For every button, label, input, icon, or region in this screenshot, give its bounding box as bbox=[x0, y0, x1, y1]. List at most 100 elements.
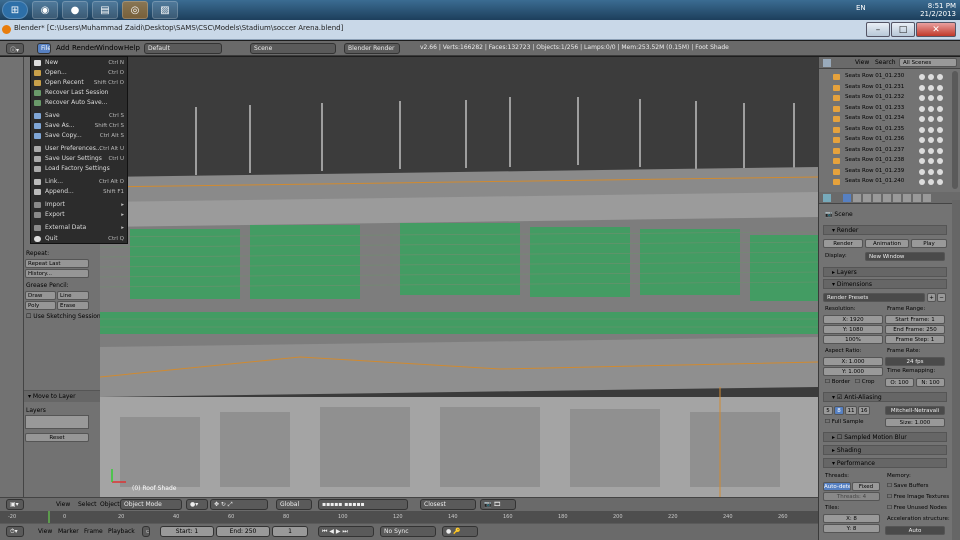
menu-external-data[interactable]: External Data ▸ bbox=[31, 223, 127, 233]
camera-icon[interactable] bbox=[937, 116, 943, 122]
motion-blur-panel-header[interactable]: ▸ ☐ Sampled Motion Blur bbox=[823, 432, 947, 442]
draw-button[interactable]: Draw bbox=[25, 291, 56, 300]
timeline-ruler[interactable]: -20 0 20 40 60 80 100 120 140 160 180 200 220 240 260 bbox=[0, 511, 818, 523]
remap-old-field[interactable]: O: 100 bbox=[885, 378, 914, 387]
world-tab-icon[interactable] bbox=[863, 194, 871, 202]
timeline-marker-menu[interactable]: Marker bbox=[58, 528, 79, 535]
viewport-view-menu[interactable]: View bbox=[56, 501, 70, 508]
menu-save[interactable]: Save Ctrl S bbox=[31, 111, 127, 121]
display-select[interactable]: New Window bbox=[865, 252, 945, 261]
camera-icon[interactable] bbox=[937, 105, 943, 112]
remove-preset-button[interactable]: − bbox=[937, 293, 946, 302]
chrome-icon[interactable]: ◉ bbox=[32, 1, 58, 19]
aa-filter-select[interactable]: Mitchell-Netravali bbox=[885, 406, 945, 415]
tile-y-field[interactable]: Y: 8 bbox=[823, 524, 880, 533]
current-frame-field[interactable]: 1 bbox=[272, 526, 308, 537]
timeline-playback-menu[interactable]: Playback bbox=[108, 528, 135, 535]
render-button[interactable]: Render bbox=[823, 239, 863, 248]
aspect-x-field[interactable]: X: 1.000 bbox=[823, 357, 883, 366]
eye-icon[interactable] bbox=[919, 168, 925, 175]
outliner-row[interactable]: Seats Row 01_01.237 bbox=[819, 146, 947, 155]
line-button[interactable]: Line bbox=[57, 291, 89, 300]
menu-help[interactable]: Help bbox=[124, 44, 140, 52]
timeline-view-menu[interactable]: View bbox=[38, 528, 52, 535]
firefox-icon[interactable]: ● bbox=[62, 1, 88, 19]
menu-export[interactable]: Export ▸ bbox=[31, 210, 127, 220]
menu-open-recent[interactable]: Open Recent Shift Ctrl O bbox=[31, 78, 127, 88]
menu-quit[interactable]: Quit Ctrl Q bbox=[31, 234, 127, 244]
free-image-checkbox[interactable]: ☐ Free Image Textures bbox=[887, 494, 949, 500]
start-frame-field[interactable]: Start: 1 bbox=[160, 526, 214, 537]
snap-target-select[interactable]: Closest bbox=[420, 499, 476, 510]
texture-tab-icon[interactable] bbox=[923, 194, 931, 202]
eye-icon[interactable] bbox=[919, 105, 925, 112]
free-unused-checkbox[interactable]: ☐ Free Unused Nodes bbox=[887, 505, 947, 511]
manipulator-icons[interactable]: ✥ ↻ ⤢ bbox=[210, 499, 268, 510]
cursor-icon[interactable] bbox=[928, 147, 934, 154]
shading-mode-icon[interactable]: ●▾ bbox=[186, 499, 208, 510]
menu-add[interactable]: Add bbox=[56, 44, 70, 52]
app-icon[interactable]: ▨ bbox=[152, 1, 178, 19]
render-tab-icon[interactable] bbox=[843, 194, 851, 202]
repeat-last-button[interactable]: Repeat Last bbox=[25, 259, 89, 268]
blender-icon[interactable]: ◎ bbox=[122, 1, 148, 19]
outliner-row[interactable]: Seats Row 01_01.231 bbox=[819, 83, 947, 92]
eye-icon[interactable] bbox=[919, 179, 925, 185]
menu-recover-last[interactable]: Recover Last Session bbox=[31, 88, 127, 98]
data-tab-icon[interactable] bbox=[903, 194, 911, 202]
menu-new[interactable]: New Ctrl N bbox=[31, 58, 127, 68]
menu-link[interactable]: Link... Ctrl Alt O bbox=[31, 177, 127, 187]
timeline[interactable]: -20 0 20 40 60 80 100 120 140 160 180 200 220 240 260 … bbox=[0, 511, 818, 540]
render-panel-header[interactable]: ▾ Render bbox=[823, 225, 947, 235]
constraints-tab-icon[interactable] bbox=[883, 194, 891, 202]
outliner-editor-icon[interactable] bbox=[823, 59, 831, 67]
cursor-icon[interactable] bbox=[928, 179, 934, 185]
cursor-icon[interactable] bbox=[928, 168, 934, 175]
camera-icon[interactable] bbox=[937, 126, 943, 133]
camera-icon[interactable] bbox=[937, 84, 943, 91]
aa-level-11[interactable]: 11 bbox=[845, 406, 857, 415]
menu-append[interactable]: Append... Shift F1 bbox=[31, 187, 127, 197]
end-frame-field[interactable]: End Frame: 250 bbox=[885, 325, 945, 334]
menu-file[interactable]: File bbox=[37, 43, 51, 54]
timeline-editor-icon[interactable]: ⏱▾ bbox=[6, 526, 24, 537]
menu-save-as[interactable]: Save As... Shift Ctrl S bbox=[31, 121, 127, 131]
shading-panel-header[interactable]: ▸ Shading bbox=[823, 445, 947, 455]
viewport-editor-icon[interactable]: ▣▾ bbox=[6, 499, 24, 510]
animation-button[interactable]: Animation bbox=[865, 239, 909, 248]
menu-load-factory[interactable]: Load Factory Settings bbox=[31, 164, 127, 174]
cursor-icon[interactable] bbox=[928, 105, 934, 112]
cursor-icon[interactable] bbox=[928, 158, 934, 164]
eye-icon[interactable] bbox=[919, 126, 925, 133]
outliner-view-menu[interactable]: View bbox=[855, 59, 869, 66]
crop-checkbox[interactable]: ☐ Crop bbox=[855, 379, 875, 385]
object-tab-icon[interactable] bbox=[873, 194, 881, 202]
sync-mode-select[interactable]: No Sync bbox=[380, 526, 436, 537]
save-buffers-checkbox[interactable]: ☐ Save Buffers bbox=[887, 483, 929, 489]
aa-size-field[interactable]: Size: 1.000 bbox=[885, 418, 945, 427]
camera-icon[interactable] bbox=[937, 179, 943, 185]
add-preset-button[interactable]: + bbox=[927, 293, 936, 302]
menu-save-copy[interactable]: Save Copy... Ctrl Alt S bbox=[31, 131, 127, 141]
aa-level-8[interactable]: 8 bbox=[834, 406, 844, 415]
camera-icon[interactable] bbox=[937, 158, 943, 164]
acceleration-select[interactable]: Auto bbox=[885, 526, 945, 535]
object-mode-select[interactable]: Object Mode bbox=[120, 499, 182, 510]
threads-count-field[interactable]: Threads: 4 bbox=[823, 492, 880, 501]
remap-new-field[interactable]: N: 100 bbox=[916, 378, 945, 387]
outliner-row[interactable]: Seats Row 01_01.236 bbox=[819, 135, 947, 144]
cursor-icon[interactable] bbox=[928, 84, 934, 91]
camera-icon[interactable] bbox=[937, 147, 943, 154]
eye-icon[interactable] bbox=[919, 158, 925, 164]
tile-x-field[interactable]: X: 8 bbox=[823, 514, 880, 523]
move-layer-header[interactable]: ▾ Move to Layer bbox=[24, 390, 100, 402]
aspect-y-field[interactable]: Y: 1.000 bbox=[823, 367, 883, 376]
explorer-icon[interactable]: ▤ bbox=[92, 1, 118, 19]
outliner-search-menu[interactable]: Search bbox=[875, 59, 896, 66]
performance-panel-header[interactable]: ▾ Performance bbox=[823, 458, 947, 468]
viewport-object-menu[interactable]: Object bbox=[100, 501, 120, 508]
resolution-x-field[interactable]: X: 1920 bbox=[823, 315, 883, 324]
playback-controls[interactable]: ⏮ ◀ ▶ ⏭ bbox=[318, 526, 374, 537]
editor-type-icon[interactable]: ⓘ▾ bbox=[6, 43, 24, 54]
camera-icon[interactable] bbox=[937, 95, 943, 101]
